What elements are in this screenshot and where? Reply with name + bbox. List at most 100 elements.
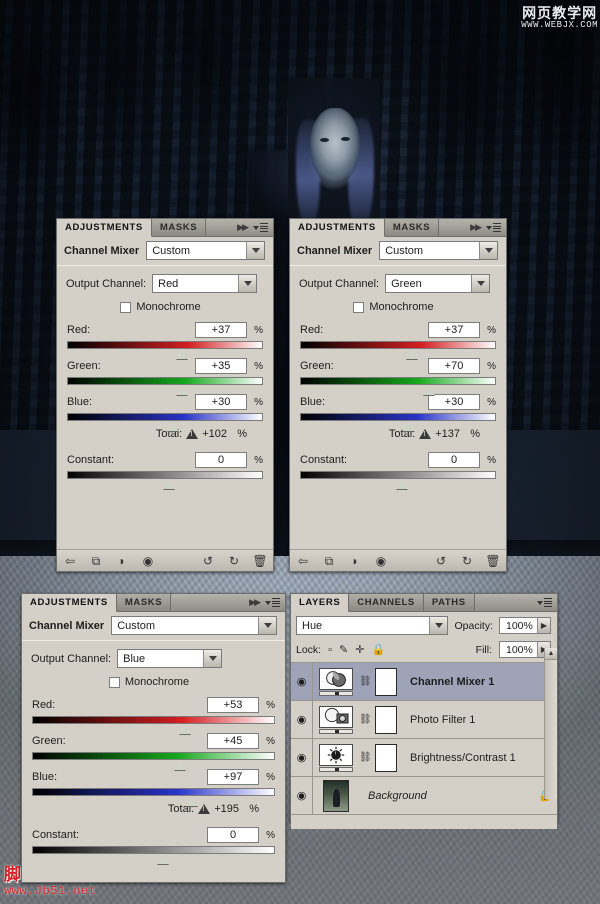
monochrome-row[interactable]: Monochrome — [290, 293, 506, 313]
table-row[interactable]: ◉ ⛓ Photo Filter 1 — [291, 701, 557, 739]
layer-name[interactable]: Brightness/Contrast 1 — [401, 752, 533, 764]
output-channel-select[interactable]: Red — [152, 274, 258, 293]
adjustments-panel-blue[interactable]: ADJUSTMENTS MASKS ▶▶ Channel Mixer Custo… — [21, 593, 286, 883]
delete-adjustment-icon[interactable]: 🗑 — [480, 555, 506, 567]
layer-visibility-icon[interactable]: ◉ — [291, 701, 313, 738]
clip-to-layer-icon[interactable]: ⧉ — [83, 555, 109, 567]
layer-visibility-icon[interactable]: ◉ — [291, 663, 313, 700]
channel-slider-track[interactable] — [32, 788, 275, 806]
link-icon[interactable]: ⛓ — [359, 676, 372, 687]
preset-select[interactable]: Custom — [379, 241, 498, 260]
monochrome-row[interactable]: Monochrome — [22, 668, 285, 688]
constant-slider-thumb[interactable] — [395, 481, 408, 489]
constant-slider-track[interactable] — [32, 846, 275, 864]
channel-slider-thumb[interactable] — [176, 387, 189, 395]
view-previous-state-icon[interactable]: ↺ — [195, 555, 221, 567]
layers-panel[interactable]: LAYERS CHANNELS PATHS Hue Opacity: 100% … — [290, 593, 558, 829]
view-previous-state-icon[interactable]: ↺ — [428, 555, 454, 567]
chevron-down-icon[interactable] — [238, 275, 257, 292]
tab-adjustments[interactable]: ADJUSTMENTS — [57, 219, 152, 237]
monochrome-checkbox[interactable] — [120, 301, 132, 313]
collapse-icon[interactable]: ▶▶ — [470, 222, 482, 233]
table-row[interactable]: ◉ Background 🔒 — [291, 777, 557, 815]
channel-value-input[interactable]: +37 — [428, 322, 480, 338]
panel-menu-icon[interactable] — [265, 598, 280, 607]
channel-value-input[interactable]: +35 — [195, 358, 247, 374]
back-arrow-icon[interactable]: ⇦ — [57, 555, 83, 567]
output-channel-select[interactable]: Blue — [117, 649, 223, 668]
clip-to-layer-icon[interactable]: ⧉ — [316, 555, 342, 567]
channel-slider-thumb[interactable] — [176, 351, 189, 359]
monochrome-checkbox[interactable] — [353, 301, 365, 313]
chevron-down-icon[interactable] — [471, 275, 490, 292]
channel-slider-track[interactable] — [300, 413, 496, 431]
constant-value-input[interactable]: 0 — [195, 452, 247, 468]
tab-adjustments[interactable]: ADJUSTMENTS — [22, 594, 117, 612]
layer-name[interactable]: Photo Filter 1 — [401, 714, 533, 726]
channel-slider-track[interactable] — [32, 752, 275, 770]
constant-slider-thumb[interactable] — [157, 856, 170, 864]
chevron-down-icon[interactable] — [203, 650, 222, 667]
preset-select[interactable]: Custom — [146, 241, 265, 260]
blend-mode-select[interactable]: Hue — [296, 616, 449, 635]
channel-value-input[interactable]: +97 — [207, 769, 259, 785]
chevron-down-icon[interactable] — [429, 617, 448, 634]
preset-select[interactable]: Custom — [111, 616, 277, 635]
constant-value-input[interactable]: 0 — [207, 827, 259, 843]
lock-transparent-pixels-icon[interactable]: ▫ — [328, 644, 332, 656]
channel-slider-track[interactable] — [67, 341, 263, 359]
lock-image-pixels-icon[interactable]: ✎ — [339, 643, 348, 656]
tab-layers[interactable]: LAYERS — [291, 594, 350, 612]
channel-value-input[interactable]: +37 — [195, 322, 247, 338]
output-channel-select[interactable]: Green — [385, 274, 491, 293]
panel-menu-icon[interactable] — [537, 598, 552, 607]
tab-masks[interactable]: MASKS — [384, 219, 440, 236]
back-arrow-icon[interactable]: ⇦ — [290, 555, 316, 567]
collapse-icon[interactable]: ▶▶ — [249, 597, 261, 608]
channel-value-input[interactable]: +70 — [428, 358, 480, 374]
monochrome-row[interactable]: Monochrome — [57, 293, 273, 313]
panel-menu-icon[interactable] — [486, 223, 501, 232]
table-row[interactable]: ◉ ⛓ Brightness/Contrast 1 — [291, 739, 557, 777]
opacity-input[interactable]: 100% ▶ — [499, 617, 551, 634]
channel-slider-thumb[interactable] — [401, 423, 414, 431]
layer-thumbnail[interactable] — [313, 743, 359, 772]
link-icon[interactable]: ⛓ — [359, 714, 372, 725]
layer-mask-thumbnail[interactable] — [371, 667, 401, 696]
channel-slider-track[interactable] — [300, 341, 496, 359]
adjustments-panel-green[interactable]: ADJUSTMENTS MASKS ▶▶ Channel Mixer Custo… — [289, 218, 507, 572]
toggle-visibility-icon[interactable]: ◉ — [135, 555, 161, 567]
layer-visibility-icon[interactable]: ◉ — [291, 739, 313, 776]
channel-slider-thumb[interactable] — [174, 762, 186, 770]
delete-adjustment-icon[interactable]: 🗑 — [247, 555, 273, 567]
panel-menu-icon[interactable] — [253, 223, 268, 232]
adjustments-panel-red[interactable]: ADJUSTMENTS MASKS ▶▶ Channel Mixer Custo… — [56, 218, 274, 572]
channel-slider-track[interactable] — [67, 377, 263, 395]
tab-masks[interactable]: MASKS — [116, 594, 172, 611]
chevron-down-icon[interactable] — [479, 242, 497, 259]
channel-slider-thumb[interactable] — [178, 726, 191, 734]
layer-mask-thumbnail[interactable] — [371, 743, 401, 772]
bw-preview-icon[interactable]: ◗ — [342, 555, 368, 567]
channel-slider-track[interactable] — [32, 716, 275, 734]
monochrome-checkbox[interactable] — [108, 676, 120, 688]
channel-slider-thumb[interactable] — [186, 798, 199, 806]
layer-name[interactable]: Background — [359, 790, 533, 802]
layer-thumbnail[interactable] — [313, 779, 359, 812]
link-icon[interactable]: ⛓ — [359, 752, 372, 763]
toggle-visibility-icon[interactable]: ◉ — [368, 555, 394, 567]
constant-slider-track[interactable] — [300, 471, 496, 489]
layers-scrollbar[interactable]: ▲ — [544, 648, 557, 799]
layer-name[interactable]: Channel Mixer 1 — [401, 676, 533, 688]
lock-position-icon[interactable]: ✛ — [355, 643, 364, 656]
layer-thumbnail[interactable] — [313, 667, 359, 696]
channel-slider-track[interactable] — [300, 377, 496, 395]
chevron-down-icon[interactable] — [258, 617, 276, 634]
layer-mask-thumbnail[interactable] — [371, 705, 401, 734]
table-row[interactable]: ◉ ⛓ Channel Mixer 1 — [291, 663, 557, 701]
reset-adjustment-icon[interactable]: ↻ — [454, 555, 480, 567]
channel-value-input[interactable]: +53 — [207, 697, 259, 713]
channel-value-input[interactable]: +45 — [207, 733, 259, 749]
channel-value-input[interactable]: +30 — [195, 394, 247, 410]
collapse-icon[interactable]: ▶▶ — [237, 222, 249, 233]
